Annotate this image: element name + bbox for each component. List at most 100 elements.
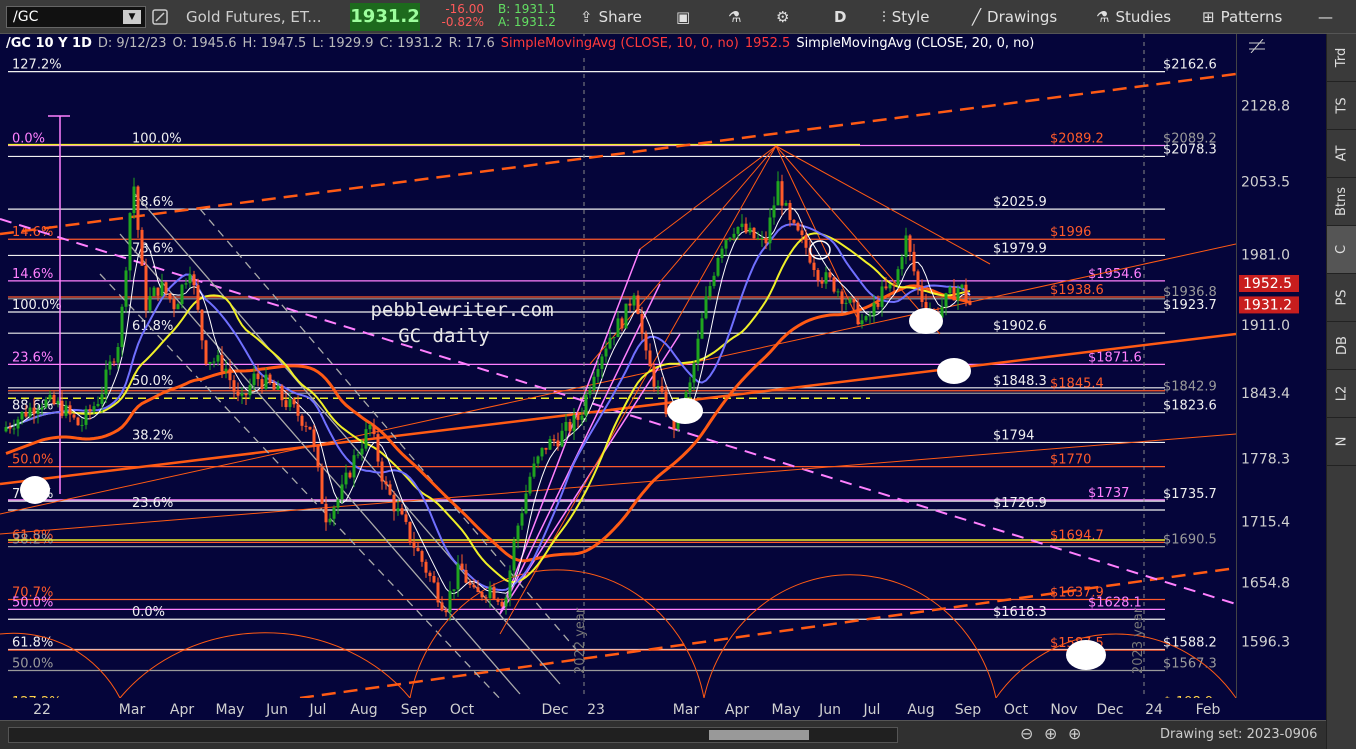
candle-body [128, 213, 132, 271]
level-percent-label: 100.0% [12, 298, 62, 313]
drawing-set-label[interactable]: Drawing set: 2023-0906 [1160, 727, 1317, 742]
change-percent: -0.82% [441, 15, 484, 29]
candle-body [260, 379, 264, 389]
candle-body [200, 309, 204, 341]
candle-body [504, 597, 508, 607]
candle-body [700, 318, 704, 339]
level-price-label: $1770 [1050, 453, 1091, 468]
scrollbar[interactable] [8, 727, 898, 743]
candle-body [60, 400, 64, 416]
candle-body [80, 424, 84, 426]
date-tick-label: Feb [1196, 702, 1221, 718]
candle-body [636, 295, 640, 315]
period-button[interactable]: D [834, 0, 846, 34]
side-tab-at[interactable]: AT [1327, 130, 1356, 178]
side-tab-n[interactable]: N [1327, 418, 1356, 466]
side-tab-ps[interactable]: PS [1327, 274, 1356, 322]
candle-body [300, 415, 304, 426]
price-tick-label: 1911.0 [1241, 318, 1290, 334]
candle-body [488, 586, 492, 599]
candle-body [516, 525, 520, 541]
candle-body [284, 400, 288, 408]
candle-body [400, 508, 404, 515]
candle-body [104, 369, 108, 395]
marker-ellipse [20, 476, 50, 504]
level-percent-label: 38.2% [132, 428, 173, 443]
price-tick-label: 1843.4 [1241, 386, 1290, 402]
candle-body [172, 299, 176, 310]
candle-body [544, 447, 548, 450]
candle-body [852, 298, 856, 303]
side-tab-db[interactable]: DB [1327, 322, 1356, 370]
symbol-text: /GC [13, 9, 39, 25]
candle-body [24, 411, 28, 417]
side-tab-c[interactable]: C [1327, 226, 1356, 274]
side-tab-label: C [1334, 244, 1350, 255]
date-tick-label: Sep [955, 702, 982, 718]
candle-body [52, 394, 56, 404]
candle-body [168, 293, 172, 300]
candle-body [860, 320, 864, 325]
candle-body [336, 499, 340, 508]
zoom-fit-icon[interactable]: ⊕ [1044, 724, 1057, 743]
candle-body [124, 270, 128, 307]
candle-body [388, 484, 392, 495]
candle-body [204, 340, 208, 364]
trendline [134, 193, 561, 685]
symbol-selector[interactable]: /GC ▼ [6, 6, 146, 28]
sma20-label[interactable]: SimpleMovingAvg (CLOSE, 20, 0, no) [796, 36, 1034, 54]
candle-body [188, 274, 192, 284]
candle-body [256, 373, 260, 380]
candle-body [772, 205, 776, 218]
side-tab-ts[interactable]: TS [1327, 82, 1356, 130]
flask-icon[interactable]: ⚗ [728, 0, 741, 34]
side-tab-trd[interactable]: Trd [1327, 34, 1356, 82]
share-button[interactable]: ⇪ Share [580, 0, 642, 34]
candle-body [484, 597, 488, 599]
zoom-in-icon[interactable]: ⊕ [1068, 724, 1081, 743]
candle-body [432, 576, 436, 583]
price-axis[interactable]: 2128.8 2053.5 1981.0 1911.0 1843.4 1778.3 1715… [1236, 34, 1326, 698]
zoom-out-icon[interactable]: ⊖ [1020, 724, 1033, 743]
price-chart[interactable]: $2162.6127.2%$2089.2$2089.20.0% 100.0%$20… [0, 34, 1236, 720]
level-price-label: $1737 [1088, 486, 1129, 501]
drawings-button[interactable]: ╱ Drawings [972, 0, 1057, 34]
candle-body [508, 570, 512, 598]
candle-body [112, 361, 116, 363]
link-icon[interactable] [150, 7, 170, 27]
candle-body [404, 514, 408, 522]
candle-body [196, 285, 200, 310]
date-tick-label: Jul [863, 702, 881, 718]
candle-body [20, 411, 24, 420]
settings-icon[interactable] [1247, 38, 1267, 54]
studies-button[interactable]: ⚗ Studies [1096, 0, 1171, 34]
patterns-button[interactable]: ⊞ Patterns [1202, 0, 1282, 34]
candle-body [12, 428, 16, 430]
candle-body [224, 368, 228, 372]
side-tab-l2[interactable]: L2 [1327, 370, 1356, 418]
candle-body [880, 286, 884, 307]
candle-body [884, 286, 888, 289]
flask-icon: ⚗ [1096, 8, 1110, 26]
candle-body [520, 513, 524, 526]
scroll-thumb[interactable] [709, 730, 809, 740]
candle-body [396, 508, 400, 512]
chevron-down-icon[interactable]: ▼ [123, 10, 141, 24]
gear-icon[interactable]: ⚙ [776, 0, 789, 34]
gallery-icon[interactable]: ▣ [676, 0, 690, 34]
candle-body [692, 363, 696, 383]
side-tab-btns[interactable]: Btns [1327, 178, 1356, 226]
candle-body [448, 590, 452, 613]
candle-body [436, 582, 440, 603]
candle-body [352, 455, 356, 478]
date-axis[interactable]: 22 Mar Apr May Jun Jul Aug Sep Oct Dec 23 Mar Apr May… [0, 698, 1236, 720]
candle-body [496, 598, 500, 602]
style-button[interactable]: ⫶ Style [882, 0, 929, 34]
sma10-label[interactable]: SimpleMovingAvg (CLOSE, 10, 0, no) [501, 36, 739, 54]
candle-body [800, 230, 804, 235]
date-tick-label: Sep [401, 702, 428, 718]
candle-body [92, 406, 96, 412]
minimize-icon[interactable]: — [1318, 0, 1333, 34]
candle-body [720, 248, 724, 258]
side-tab-label: L2 [1334, 385, 1350, 402]
